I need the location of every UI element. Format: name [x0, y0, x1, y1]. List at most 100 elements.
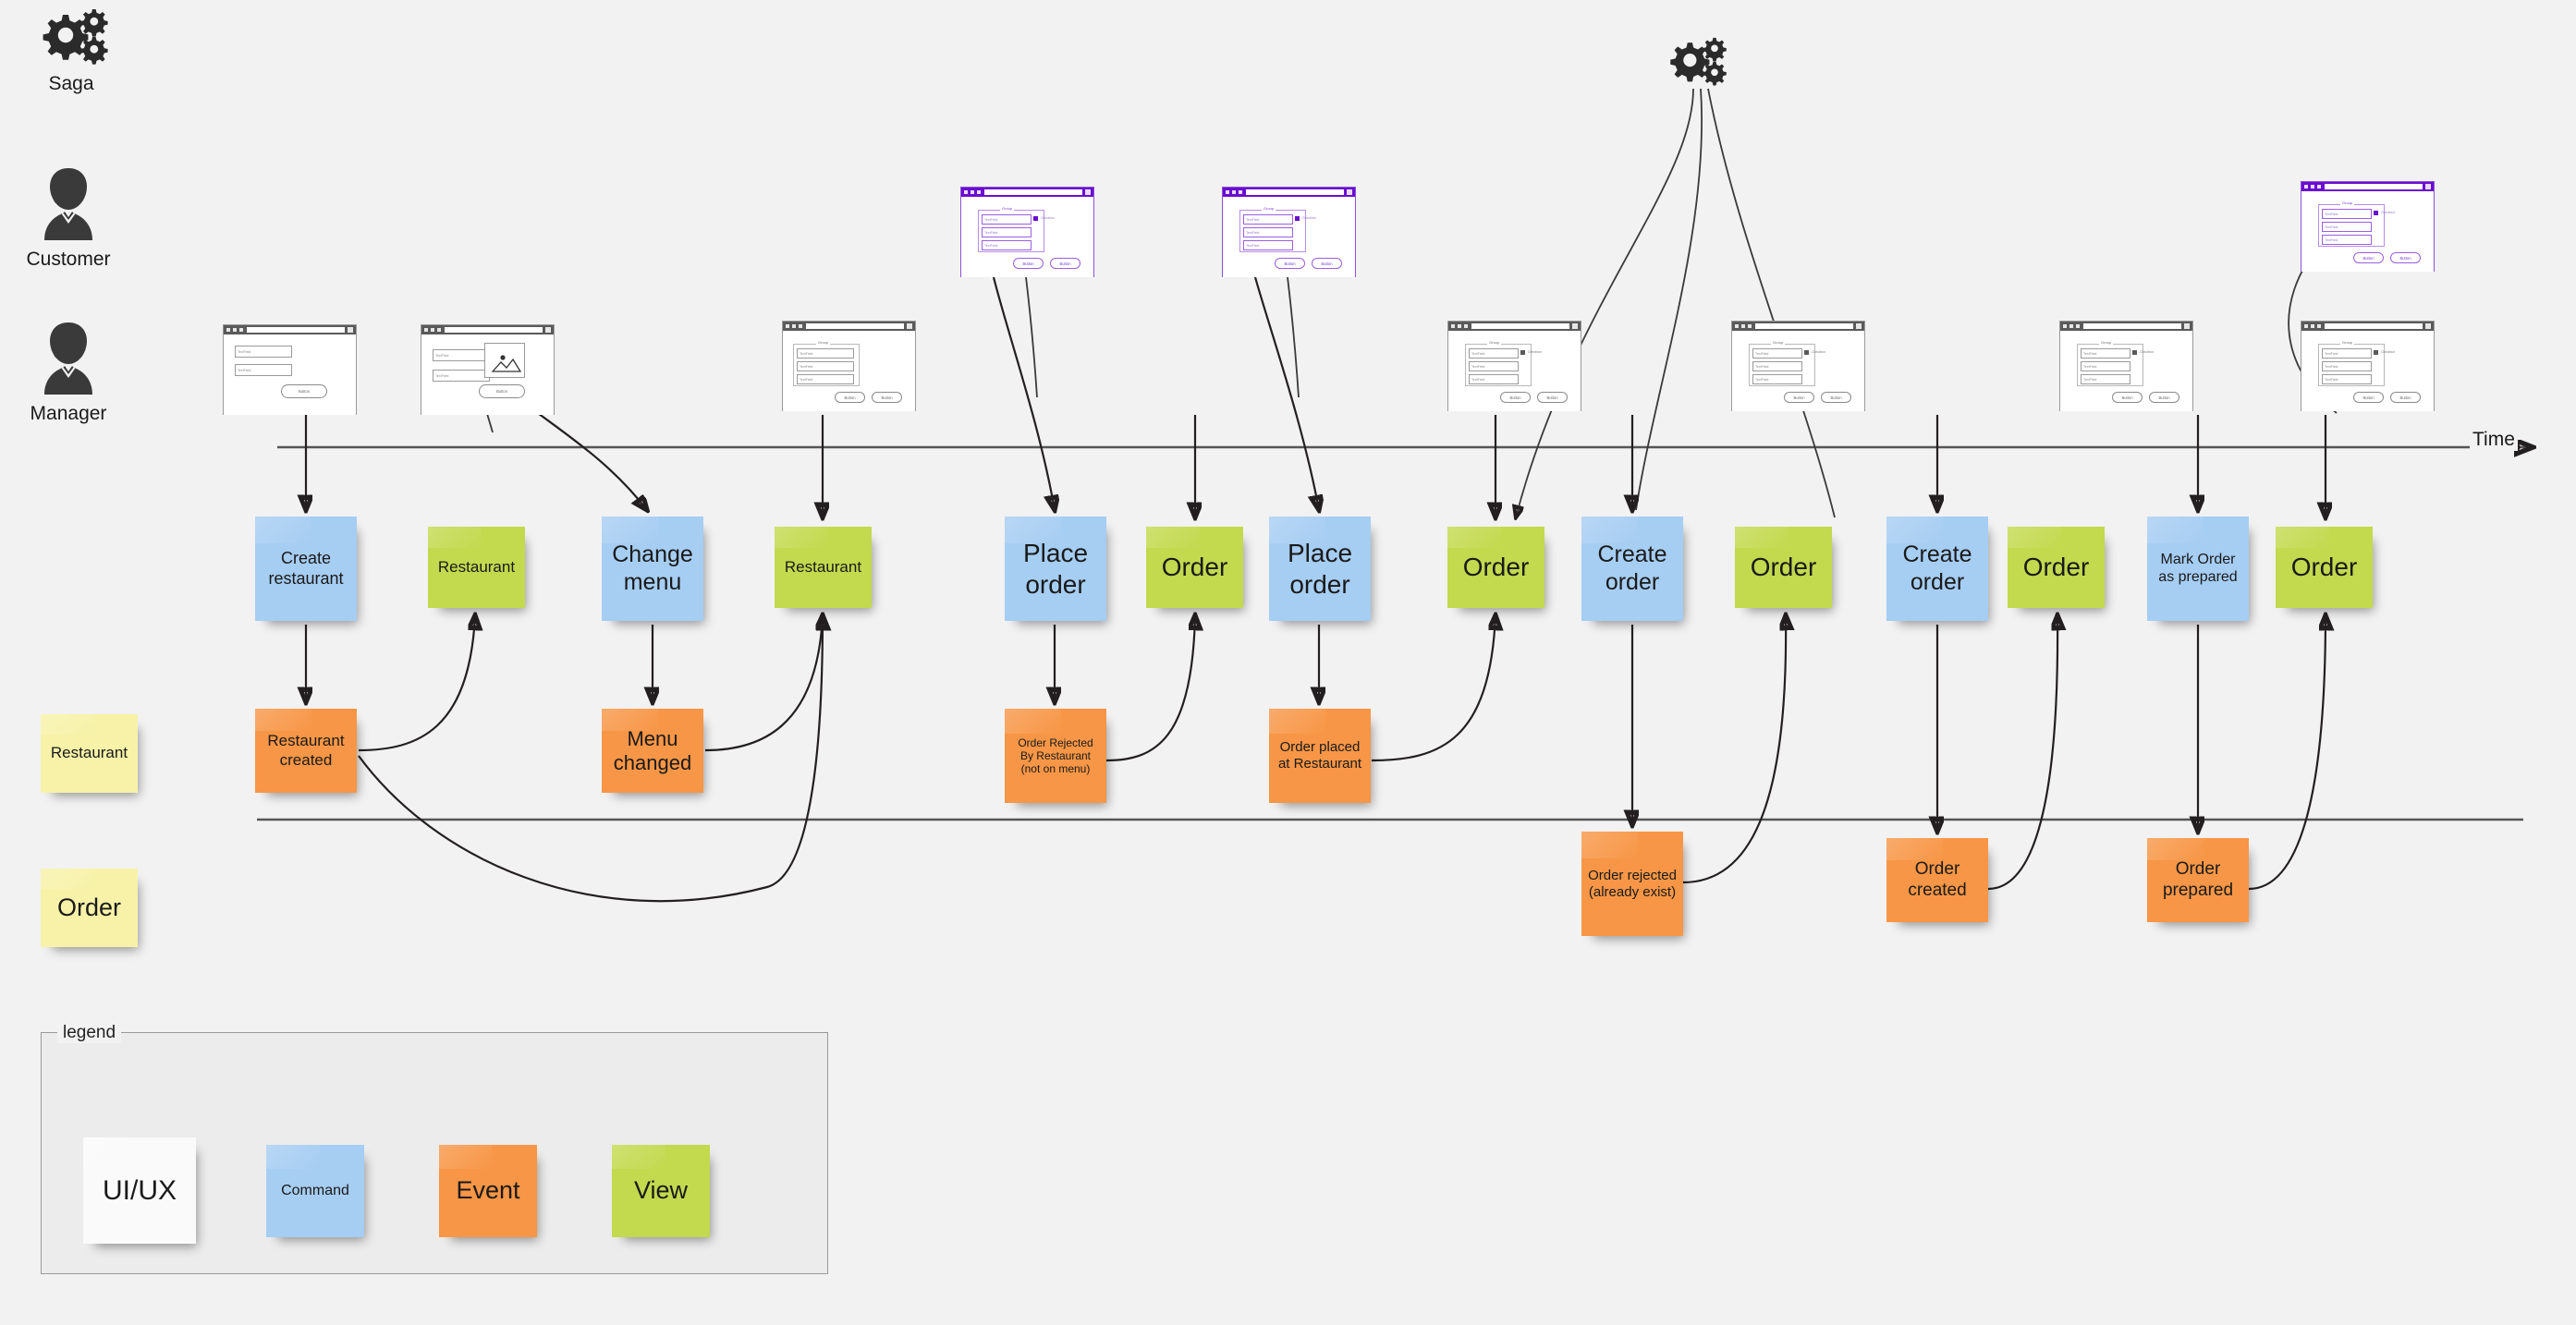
textfield-input[interactable]: TextField — [235, 364, 292, 376]
textfield-input[interactable]: TextField — [1752, 361, 1802, 371]
mockup-button[interactable]: Button — [1013, 258, 1044, 269]
close-icon[interactable] — [1572, 323, 1578, 329]
note-evt-order-rejected-dup[interactable]: Order rejected (already exist) — [1581, 832, 1683, 936]
aggregate-order[interactable]: Order — [41, 869, 138, 947]
mockup-button[interactable]: Button — [1821, 392, 1851, 403]
close-icon[interactable] — [1085, 189, 1091, 195]
note-view-restaurant-2[interactable]: Restaurant — [775, 527, 872, 608]
window-controls-icon[interactable] — [786, 324, 802, 328]
textfield-input[interactable]: TextField — [235, 346, 292, 358]
checkbox-input[interactable] — [1033, 216, 1038, 221]
window-controls-icon[interactable] — [2304, 324, 2321, 328]
address-bar[interactable] — [1471, 323, 1569, 329]
window-controls-icon[interactable] — [1226, 190, 1242, 194]
textfield-input[interactable]: TextField — [2081, 361, 2130, 371]
close-icon[interactable] — [2184, 323, 2190, 329]
textfield-input[interactable]: TextField — [797, 348, 854, 359]
mockup-button[interactable]: Button — [281, 384, 327, 398]
legend-event[interactable]: Event — [439, 1145, 537, 1237]
legend-command[interactable]: Command — [266, 1145, 364, 1237]
mockup-button[interactable]: Button — [1312, 258, 1342, 269]
address-bar[interactable] — [2325, 323, 2423, 329]
mockup-button[interactable]: Button — [1500, 392, 1531, 403]
mockup-button[interactable]: Button — [1275, 258, 1305, 269]
mockup-2[interactable]: TextField TextField Button — [421, 324, 555, 415]
note-view-order-4[interactable]: Order — [2008, 527, 2105, 608]
close-icon[interactable] — [2425, 323, 2431, 329]
textfield-input[interactable]: TextField — [1243, 214, 1293, 225]
textfield-input[interactable]: TextField — [1469, 374, 1519, 384]
note-cmd-place-order-1[interactable]: Place order — [1005, 517, 1106, 621]
note-view-restaurant-1[interactable]: Restaurant — [428, 527, 525, 608]
address-bar[interactable] — [247, 327, 345, 333]
note-evt-restaurant-created[interactable]: Restaurant created — [255, 709, 357, 793]
note-evt-order-placed[interactable]: Order placed at Restaurant — [1269, 709, 1371, 803]
note-view-order-1[interactable]: Order — [1146, 527, 1243, 608]
aggregate-restaurant[interactable]: Restaurant — [41, 714, 138, 793]
legend-view[interactable]: View — [612, 1145, 710, 1237]
textfield-input[interactable]: TextField — [1469, 361, 1519, 371]
mockup-button[interactable]: Button — [2390, 252, 2421, 263]
note-cmd-place-order-2[interactable]: Place order — [1269, 517, 1371, 621]
mockup-5[interactable]: Group TextField TextField TextField Checkbox… — [1222, 187, 1356, 277]
mockup-button[interactable]: Button — [479, 384, 525, 398]
checkbox-input[interactable] — [1804, 350, 1809, 355]
textfield-input[interactable]: TextField — [1243, 227, 1293, 237]
checkbox-input[interactable] — [2374, 211, 2378, 215]
mockup-button[interactable]: Button — [2353, 252, 2384, 263]
window-controls-icon[interactable] — [2063, 324, 2080, 328]
textfield-input[interactable]: TextField — [1752, 348, 1802, 359]
address-bar[interactable] — [1246, 189, 1344, 195]
note-view-order-2[interactable]: Order — [1447, 527, 1544, 608]
window-controls-icon[interactable] — [964, 190, 981, 194]
mockup-button[interactable]: Button — [2149, 392, 2179, 403]
mockup-9[interactable]: Group TextField TextField TextField Checkbox… — [2301, 181, 2435, 272]
mockup-6[interactable]: Group TextField TextField TextField Checkbox… — [1447, 321, 1581, 411]
mockup-button[interactable]: Button — [1050, 258, 1080, 269]
mockup-button[interactable]: Button — [835, 392, 865, 403]
textfield-input[interactable]: TextField — [982, 227, 1032, 237]
textfield-input[interactable]: TextField — [2322, 222, 2372, 232]
mockup-8[interactable]: Group TextField TextField TextField Checkbox… — [2059, 321, 2193, 411]
textfield-input[interactable]: TextField — [797, 361, 854, 371]
close-icon[interactable] — [2425, 184, 2431, 189]
mockup-7[interactable]: Group TextField TextField TextField Checkbox… — [1731, 321, 1865, 411]
mockup-10[interactable]: Group TextField TextField TextField Checkbox… — [2301, 321, 2435, 411]
window-controls-icon[interactable] — [1735, 324, 1752, 328]
address-bar[interactable] — [1755, 323, 1853, 329]
window-controls-icon[interactable] — [226, 328, 243, 332]
textfield-input[interactable]: TextField — [2322, 348, 2372, 359]
close-icon[interactable] — [1856, 323, 1862, 329]
mockup-4[interactable]: Group TextField TextField TextField Checkbox… — [960, 187, 1094, 277]
address-bar[interactable] — [2325, 184, 2423, 189]
textfield-input[interactable]: TextField — [433, 349, 490, 361]
checkbox-input[interactable] — [2374, 350, 2378, 355]
mockup-button[interactable]: Button — [1784, 392, 1814, 403]
checkbox-input[interactable] — [2132, 350, 2137, 355]
textfield-input[interactable]: TextField — [982, 214, 1032, 225]
note-cmd-create-restaurant[interactable]: Create restaurant — [255, 517, 357, 621]
checkbox-input[interactable] — [1295, 216, 1300, 221]
close-icon[interactable] — [348, 327, 353, 333]
close-icon[interactable] — [545, 327, 551, 333]
mockup-button[interactable]: Button — [2390, 392, 2421, 403]
legend-uiux[interactable]: UI/UX — [83, 1137, 196, 1244]
window-controls-icon[interactable] — [424, 328, 441, 332]
textfield-input[interactable]: TextField — [2322, 374, 2372, 384]
textfield-input[interactable]: TextField — [797, 374, 854, 384]
mockup-button[interactable]: Button — [2353, 392, 2384, 403]
textfield-input[interactable]: TextField — [2322, 361, 2372, 371]
mockup-1[interactable]: TextField TextField Button — [223, 324, 357, 415]
mockup-button[interactable]: Button — [1537, 392, 1568, 403]
note-evt-order-rejected-menu[interactable]: Order Rejected By Restaurant (not on men… — [1005, 709, 1106, 803]
note-cmd-change-menu[interactable]: Change menu — [602, 517, 703, 621]
note-evt-menu-changed[interactable]: Menu changed — [602, 709, 703, 793]
close-icon[interactable] — [1347, 189, 1352, 195]
note-evt-order-prepared[interactable]: Order prepared — [2147, 838, 2249, 922]
checkbox-input[interactable] — [1520, 350, 1525, 355]
textfield-input[interactable]: TextField — [1752, 374, 1802, 384]
note-cmd-mark-order-prepared[interactable]: Mark Order as prepared — [2147, 517, 2249, 621]
textfield-input[interactable]: TextField — [2322, 235, 2372, 245]
mockup-3[interactable]: Group TextField TextField TextField Button Bu… — [782, 321, 916, 411]
window-controls-icon[interactable] — [2304, 185, 2321, 188]
